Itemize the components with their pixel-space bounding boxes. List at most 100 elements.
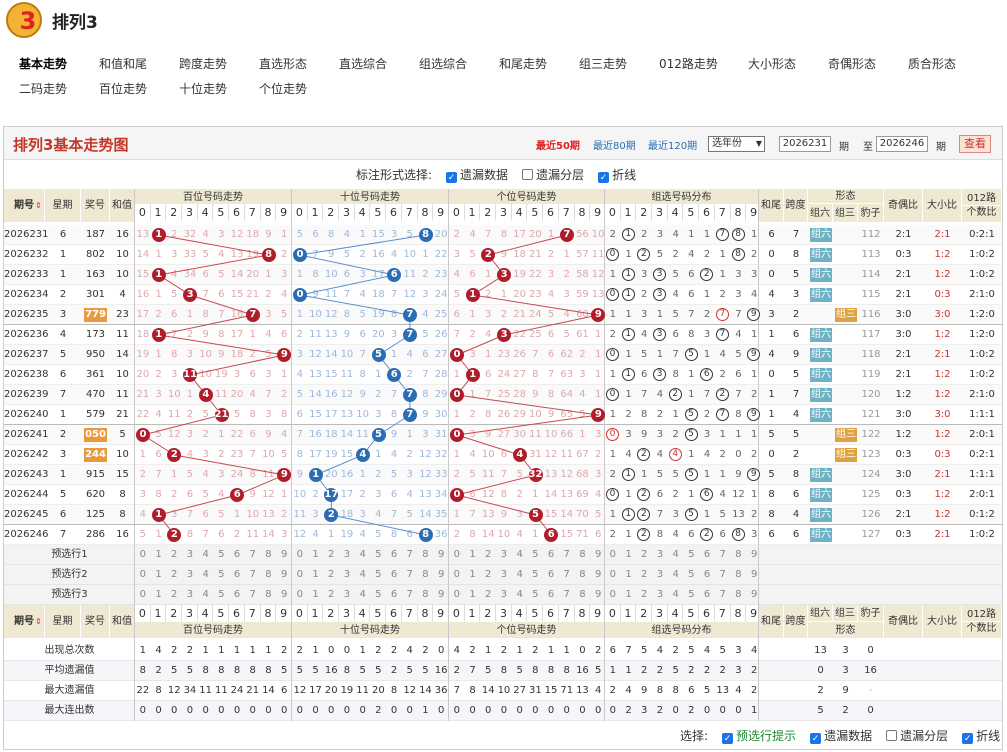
preselect-digit[interactable]: 7 <box>715 585 731 605</box>
preselect-digit[interactable]: 7 <box>402 585 418 605</box>
preselect-digit[interactable]: 1 <box>151 545 167 565</box>
footer-option-checkbox-3[interactable]: ✓ <box>962 733 974 744</box>
preselect-digit[interactable]: 7 <box>559 545 575 565</box>
preselect-digit[interactable]: 3 <box>182 585 198 605</box>
preselect-digit[interactable]: 2 <box>323 545 339 565</box>
preselect-digit[interactable]: 1 <box>308 565 324 585</box>
preselect-digit[interactable]: 4 <box>668 585 684 605</box>
preselect-digit[interactable]: 8 <box>731 565 747 585</box>
preselect-digit[interactable]: 9 <box>746 585 762 605</box>
preselect-digit[interactable]: 5 <box>214 545 230 565</box>
year-select[interactable]: 选年份 <box>708 136 765 152</box>
preselect-digit[interactable]: 4 <box>512 585 528 605</box>
preselect-digit[interactable]: 6 <box>229 545 245 565</box>
preselect-digit[interactable]: 2 <box>166 545 182 565</box>
preselect-digit[interactable]: 6 <box>386 565 402 585</box>
preselect-digit[interactable]: 0 <box>135 585 151 605</box>
preselect-digit[interactable]: 4 <box>512 545 528 565</box>
preselect-digit[interactable]: 0 <box>292 565 308 585</box>
preselect-digit[interactable]: 8 <box>261 585 277 605</box>
preselect-digit[interactable]: 1 <box>308 585 324 605</box>
preselect-digit[interactable]: 3 <box>496 565 512 585</box>
nav-item-4[interactable]: 直选综合 <box>339 55 387 72</box>
preselect-digit[interactable]: 5 <box>528 545 544 565</box>
nav-item-1[interactable]: 和值和尾 <box>99 55 147 72</box>
preselect-digit[interactable]: 7 <box>715 565 731 585</box>
preselect-digit[interactable]: 9 <box>433 545 449 565</box>
preselect-digit[interactable]: 1 <box>621 585 637 605</box>
preselect-digit[interactable]: 0 <box>449 585 465 605</box>
preselect-digit[interactable]: 4 <box>198 565 214 585</box>
preselect-digit[interactable]: 3 <box>182 545 198 565</box>
preselect-digit[interactable]: 0 <box>449 565 465 585</box>
preselect-digit[interactable]: 2 <box>323 585 339 605</box>
preselect-digit[interactable]: 8 <box>731 545 747 565</box>
sort-arrow-icon[interactable]: ⇕ <box>35 201 42 210</box>
recent-80-link[interactable]: 最近80期 <box>593 137 636 152</box>
nav-item-r2-2[interactable]: 十位走势 <box>179 80 227 97</box>
preselect-digit[interactable]: 6 <box>543 565 559 585</box>
preselect-digit[interactable]: 1 <box>465 545 481 565</box>
preselect-digit[interactable]: 1 <box>465 585 481 605</box>
preselect-digit[interactable]: 5 <box>214 585 230 605</box>
preselect-digit[interactable]: 7 <box>559 565 575 585</box>
preselect-digit[interactable]: 5 <box>684 545 700 565</box>
preselect-digit[interactable]: 3 <box>182 565 198 585</box>
preselect-digit[interactable]: 2 <box>636 545 652 565</box>
preselect-digit[interactable]: 4 <box>668 565 684 585</box>
sort-arrow-icon[interactable]: ⇕ <box>35 617 42 626</box>
preselect-digit[interactable]: 0 <box>449 545 465 565</box>
recent-120-link[interactable]: 最近120期 <box>648 137 697 152</box>
preselect-digit[interactable]: 4 <box>355 545 371 565</box>
preselect-digit[interactable]: 6 <box>386 545 402 565</box>
preselect-digit[interactable]: 7 <box>402 565 418 585</box>
preselect-digit[interactable]: 7 <box>402 545 418 565</box>
preselect-digit[interactable]: 7 <box>715 545 731 565</box>
preselect-digit[interactable]: 2 <box>636 565 652 585</box>
preselect-digit[interactable]: 8 <box>575 585 591 605</box>
preselect-digit[interactable]: 9 <box>276 545 292 565</box>
preselect-digit[interactable]: 2 <box>480 585 496 605</box>
nav-item-2[interactable]: 跨度走势 <box>179 55 227 72</box>
preselect-digit[interactable]: 6 <box>699 585 715 605</box>
preselect-digit[interactable]: 6 <box>229 585 245 605</box>
recent-50-link[interactable]: 最近50期 <box>536 137 580 152</box>
nav-item-10[interactable]: 奇偶形态 <box>828 55 876 72</box>
preselect-digit[interactable]: 4 <box>512 565 528 585</box>
preselect-digit[interactable]: 1 <box>308 545 324 565</box>
preselect-digit[interactable]: 9 <box>746 565 762 585</box>
preselect-digit[interactable]: 5 <box>528 585 544 605</box>
footer-option-checkbox-1[interactable]: ✓ <box>810 733 822 744</box>
preselect-digit[interactable]: 1 <box>151 585 167 605</box>
preselect-digit[interactable]: 0 <box>292 585 308 605</box>
preselect-digit[interactable]: 0 <box>605 545 621 565</box>
preselect-digit[interactable]: 8 <box>261 565 277 585</box>
footer-option-checkbox-2[interactable] <box>886 730 898 741</box>
query-button[interactable]: 查看 <box>959 135 991 153</box>
preselect-digit[interactable]: 3 <box>652 545 668 565</box>
nav-item-r2-3[interactable]: 个位走势 <box>259 80 307 97</box>
preselect-digit[interactable]: 6 <box>386 585 402 605</box>
footer-option-checkbox-0[interactable]: ✓ <box>722 733 734 744</box>
preselect-digit[interactable]: 2 <box>166 585 182 605</box>
preselect-digit[interactable]: 8 <box>418 545 434 565</box>
preselect-digit[interactable]: 6 <box>543 545 559 565</box>
preselect-digit[interactable]: 7 <box>559 585 575 605</box>
preselect-digit[interactable]: 2 <box>480 545 496 565</box>
preselect-digit[interactable]: 4 <box>355 585 371 605</box>
preselect-digit[interactable]: 5 <box>371 545 387 565</box>
preselect-digit[interactable]: 8 <box>575 545 591 565</box>
preselect-digit[interactable]: 3 <box>652 565 668 585</box>
preselect-digit[interactable]: 8 <box>731 585 747 605</box>
preselect-digit[interactable]: 9 <box>746 545 762 565</box>
preselect-digit[interactable]: 2 <box>636 585 652 605</box>
preselect-digit[interactable]: 5 <box>371 585 387 605</box>
preselect-digit[interactable]: 4 <box>355 565 371 585</box>
preselect-digit[interactable]: 6 <box>699 565 715 585</box>
preselect-digit[interactable]: 2 <box>480 565 496 585</box>
preselect-digit[interactable]: 9 <box>433 585 449 605</box>
nav-item-11[interactable]: 质合形态 <box>908 55 956 72</box>
nav-item-r2-0[interactable]: 二码走势 <box>19 80 67 97</box>
preselect-digit[interactable]: 8 <box>418 565 434 585</box>
nav-item-5[interactable]: 组选综合 <box>419 55 467 72</box>
